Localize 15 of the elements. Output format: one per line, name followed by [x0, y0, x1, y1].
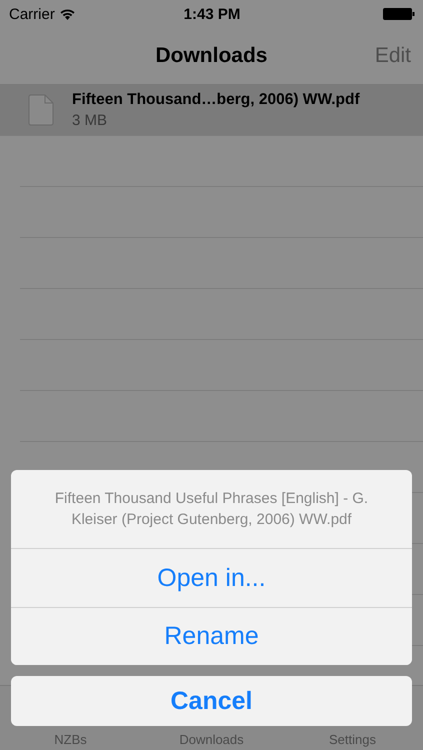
document-icon — [28, 94, 54, 126]
action-button[interactable]: Rename — [11, 607, 412, 665]
edit-button[interactable]: Edit — [374, 40, 411, 72]
carrier-label: Carrier — [9, 6, 55, 22]
tab-item[interactable]: Downloads — [141, 732, 282, 750]
file-size: 3 MB — [72, 112, 108, 129]
tab-item[interactable]: Settings — [282, 732, 423, 750]
file-row[interactable]: Fifteen Thousand…berg, 2006) WW.pdf 3 MB — [0, 85, 423, 136]
wifi-icon — [60, 8, 75, 20]
battery-icon — [382, 8, 415, 20]
tab-item[interactable]: NZBs — [0, 732, 141, 750]
status-time: 1:43 PM — [182, 6, 242, 22]
nav-title: Downloads — [155, 44, 268, 68]
file-name: Fifteen Thousand…berg, 2006) WW.pdf — [72, 91, 360, 109]
cancel-button[interactable]: Cancel — [11, 676, 412, 726]
